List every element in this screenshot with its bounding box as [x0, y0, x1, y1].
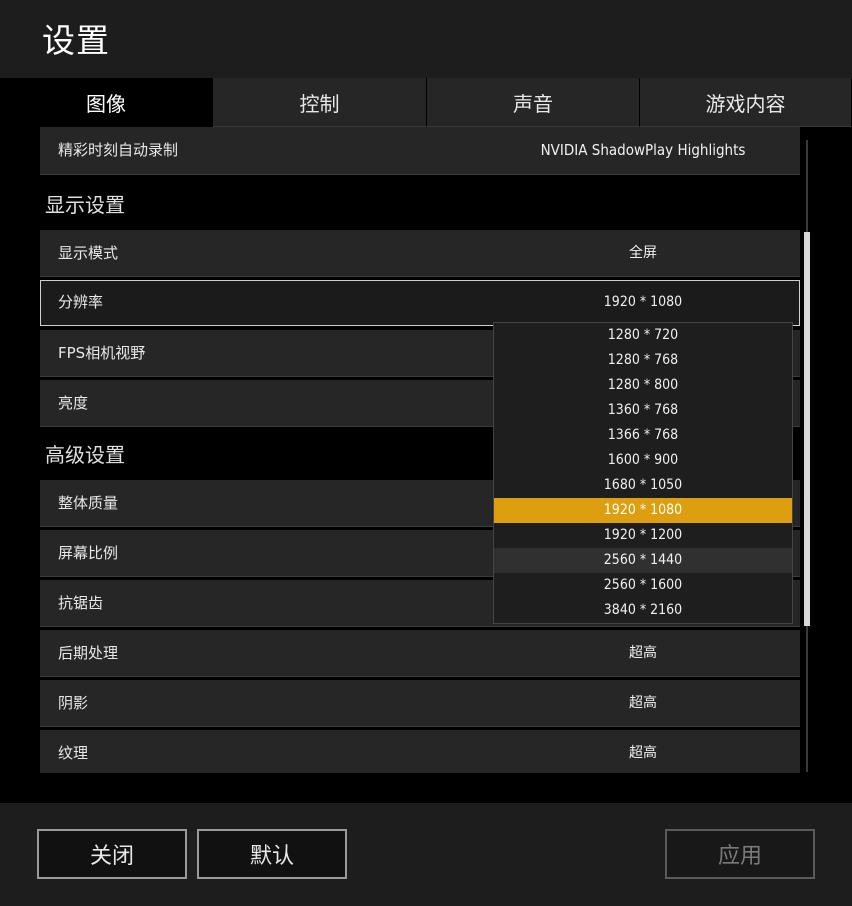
resolution-option[interactable]: 3840 * 2160	[494, 598, 792, 623]
tab-graphics[interactable]: 图像	[0, 78, 213, 127]
setting-label: 整体质量	[58, 494, 119, 512]
footer-bar: 关闭 默认 应用	[0, 803, 852, 906]
resolution-option[interactable]: 1280 * 720	[494, 323, 792, 348]
setting-value: 1920 * 1080	[603, 294, 683, 310]
default-button[interactable]: 默认	[197, 829, 347, 879]
close-button[interactable]: 关闭	[37, 829, 187, 879]
apply-button[interactable]: 应用	[665, 829, 815, 879]
setting-value: 超高	[629, 745, 657, 761]
resolution-option[interactable]: 1920 * 1200	[494, 523, 792, 548]
resolution-option[interactable]: 1280 * 800	[494, 373, 792, 398]
setting-label: 显示模式	[58, 244, 119, 262]
setting-row-display-mode[interactable]: 显示模式 全屏	[40, 230, 800, 277]
scrollbar-thumb[interactable]	[804, 232, 810, 626]
setting-value: 超高	[629, 645, 657, 661]
setting-label: 抗锯齿	[58, 594, 104, 612]
setting-label: 分辨率	[58, 293, 104, 311]
resolution-option-selected[interactable]: 1920 * 1080	[494, 498, 792, 523]
setting-label: 屏幕比例	[58, 544, 119, 562]
setting-label: FPS相机视野	[58, 344, 146, 362]
page-title: 设置	[42, 21, 110, 60]
resolution-option[interactable]: 2560 * 1600	[494, 573, 792, 598]
tab-controls[interactable]: 控制	[213, 78, 427, 127]
resolution-option[interactable]: 1680 * 1050	[494, 473, 792, 498]
setting-value: 超高	[629, 695, 657, 711]
setting-label: 后期处理	[58, 644, 119, 662]
setting-row-highlights[interactable]: 精彩时刻自动录制 NVIDIA ShadowPlay Highlights	[40, 127, 800, 175]
tab-gameplay[interactable]: 游戏内容	[640, 78, 852, 127]
setting-label: 亮度	[58, 394, 89, 412]
tab-bar: 图像 控制 声音 游戏内容	[0, 78, 852, 127]
section-header-display: 显示设置	[45, 193, 125, 217]
setting-value: 全屏	[629, 245, 657, 261]
setting-row-shadows[interactable]: 阴影 超高	[40, 680, 800, 727]
setting-value: NVIDIA ShadowPlay Highlights	[540, 141, 746, 159]
setting-row-resolution[interactable]: 分辨率 1920 * 1080	[40, 280, 800, 326]
resolution-option-hovered[interactable]: 2560 * 1440	[494, 548, 792, 573]
setting-row-textures[interactable]: 纹理 超高	[40, 730, 800, 773]
setting-label: 阴影	[58, 694, 89, 712]
resolution-dropdown: 1280 * 720 1280 * 768 1280 * 800 1360 * …	[493, 322, 793, 624]
resolution-option[interactable]: 1600 * 900	[494, 448, 792, 473]
resolution-option[interactable]: 1280 * 768	[494, 348, 792, 373]
section-header-advanced: 高级设置	[45, 443, 125, 467]
tab-sound[interactable]: 声音	[427, 78, 640, 127]
setting-label: 纹理	[58, 744, 89, 762]
resolution-option[interactable]: 1360 * 768	[494, 398, 792, 423]
title-bar: 设置	[0, 0, 852, 78]
setting-row-post-processing[interactable]: 后期处理 超高	[40, 630, 800, 677]
resolution-option[interactable]: 1366 * 768	[494, 423, 792, 448]
setting-label: 精彩时刻自动录制	[58, 141, 179, 159]
